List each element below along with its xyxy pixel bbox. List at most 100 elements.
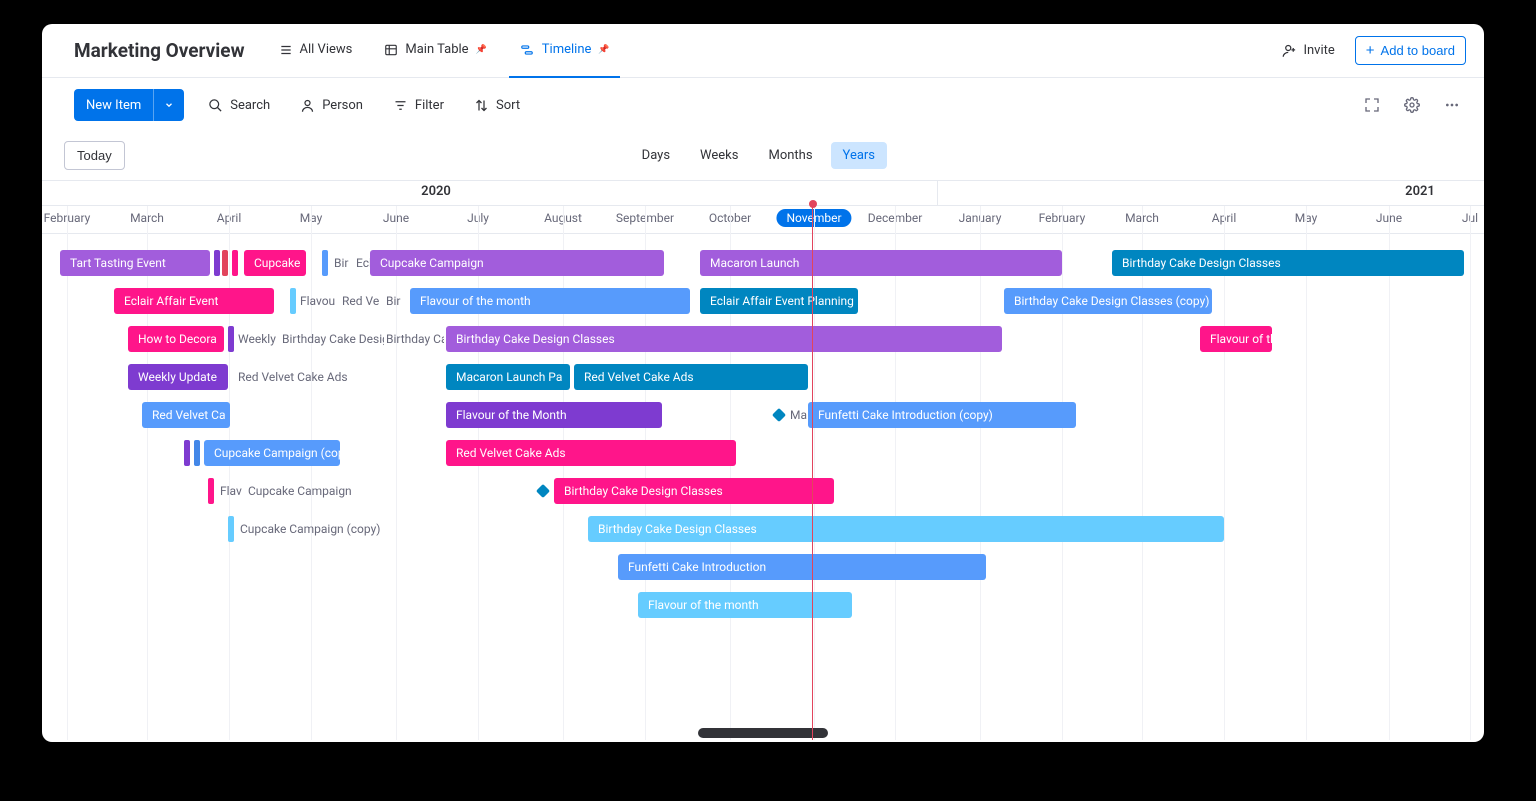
view-timeline-label: Timeline xyxy=(542,42,592,57)
timeline-chip[interactable] xyxy=(322,250,328,276)
pin-icon: 📌 xyxy=(598,45,609,55)
sort-label: Sort xyxy=(496,98,520,113)
timeline-text: Weekly xyxy=(238,326,280,352)
expand-icon xyxy=(1364,97,1380,113)
search-icon xyxy=(208,98,223,113)
timeline-chip[interactable] xyxy=(194,440,200,466)
timeline-text: Birthday Cake Desig xyxy=(282,326,384,352)
timeline-bar[interactable]: Birthday Cake Design Classes (copy) xyxy=(1004,288,1212,314)
timeline-bar[interactable]: Eclair Affair Event xyxy=(114,288,274,314)
view-main-table[interactable]: Main Table 📌 xyxy=(374,24,496,78)
filter-tool[interactable]: Filter xyxy=(387,94,450,117)
timeline-text: Cupcake Campaign (copy) xyxy=(240,516,400,542)
toolbar: New Item Search Person Filter Sort xyxy=(42,78,1484,132)
add-to-board-label: Add to board xyxy=(1381,43,1455,58)
new-item-button[interactable]: New Item xyxy=(74,89,184,121)
table-icon xyxy=(384,43,398,57)
timeline-bar[interactable]: Red Velvet Cake Ads xyxy=(446,440,736,466)
timeline-bar[interactable]: Cupcake xyxy=(244,250,306,276)
timeline-bar[interactable]: Flavour of the xyxy=(1200,326,1272,352)
timeline-chip[interactable] xyxy=(214,250,220,276)
timeline-bar[interactable]: Funfetti Cake Introduction (copy) xyxy=(808,402,1076,428)
top-bar: Marketing Overview All Views Main Table … xyxy=(42,24,1484,78)
timeline-chip[interactable] xyxy=(184,440,190,466)
timeline-bar[interactable]: How to Decora xyxy=(128,326,224,352)
timeline-bar[interactable]: Eclair Affair Event Planning xyxy=(700,288,858,314)
range-weeks[interactable]: Weeks xyxy=(688,142,750,169)
more-button[interactable] xyxy=(1438,91,1466,119)
timeline-chip[interactable] xyxy=(222,250,228,276)
timeline-bar[interactable]: Macaron Launch Pa xyxy=(446,364,570,390)
timeline-chip[interactable] xyxy=(228,516,234,542)
settings-button[interactable] xyxy=(1398,91,1426,119)
range-days[interactable]: Days xyxy=(630,142,682,169)
timeline-text: Red Ve xyxy=(342,288,382,314)
year-label: 2021 xyxy=(1405,184,1435,199)
timeline-chip[interactable] xyxy=(228,326,234,352)
timeline-bar[interactable]: Cupcake Campaign (cop xyxy=(204,440,340,466)
timeline-rows: Tart Tasting EventCupcakeBirEclaCupcake … xyxy=(42,250,1484,740)
timeline-bar[interactable]: Red Velvet Ca xyxy=(142,402,230,428)
milestone-icon[interactable] xyxy=(536,484,550,498)
timeline-bar[interactable]: Cupcake Campaign xyxy=(370,250,664,276)
timeline-icon xyxy=(519,43,535,57)
search-tool[interactable]: Search xyxy=(202,94,276,117)
timeline-bar[interactable]: Tart Tasting Event xyxy=(60,250,210,276)
timeline-bar[interactable]: Flavour of the month xyxy=(638,592,852,618)
timeline-chip[interactable] xyxy=(208,478,214,504)
year-divider xyxy=(937,181,938,205)
search-label: Search xyxy=(230,98,270,113)
timeline-bar[interactable]: Weekly Update xyxy=(128,364,228,390)
timeline-chip[interactable] xyxy=(232,250,238,276)
gear-icon xyxy=(1404,97,1420,113)
more-icon xyxy=(1444,97,1460,113)
person-icon xyxy=(300,98,315,113)
new-item-label: New Item xyxy=(74,98,153,113)
range-months[interactable]: Months xyxy=(756,142,824,169)
timeline-text: Red Velvet Cake Ads xyxy=(238,364,358,390)
timeline-bar[interactable]: Flavour of the month xyxy=(410,288,690,314)
new-item-dropdown[interactable] xyxy=(153,89,184,121)
timeline-bar[interactable]: Red Velvet Cake Ads xyxy=(574,364,808,390)
person-tool[interactable]: Person xyxy=(294,94,369,117)
timeline-bar[interactable]: Funfetti Cake Introduction xyxy=(618,554,986,580)
person-add-icon xyxy=(1282,43,1297,58)
today-button[interactable]: Today xyxy=(64,141,125,170)
view-all[interactable]: All Views xyxy=(269,24,363,78)
timeline-text: Ma xyxy=(790,402,810,428)
sort-icon xyxy=(474,98,489,113)
timeline-text: Flav xyxy=(220,478,244,504)
invite-button[interactable]: Invite xyxy=(1274,39,1342,62)
view-timeline[interactable]: Timeline 📌 xyxy=(509,24,620,78)
sort-tool[interactable]: Sort xyxy=(468,94,526,117)
chevron-down-icon xyxy=(164,100,174,110)
month-header: FebruaryMarchAprilMayJuneJulyAugustSepte… xyxy=(42,206,1484,234)
person-label: Person xyxy=(322,98,363,113)
timeline-text: Flavou xyxy=(300,288,342,314)
plus-icon: + xyxy=(1366,43,1375,58)
horizontal-scrollbar[interactable] xyxy=(698,728,828,738)
invite-label: Invite xyxy=(1303,43,1334,58)
add-to-board-button[interactable]: + Add to board xyxy=(1355,36,1466,65)
timeline-bar[interactable]: Birthday Cake Design Classes xyxy=(446,326,1002,352)
timeline-chip[interactable] xyxy=(290,288,296,314)
timeline-text: Bir xyxy=(334,250,354,276)
now-indicator xyxy=(812,202,813,740)
filter-label: Filter xyxy=(415,98,444,113)
fullscreen-button[interactable] xyxy=(1358,91,1386,119)
timeline-bar[interactable]: Flavour of the Month xyxy=(446,402,662,428)
timeline-bar[interactable]: Birthday Cake Design Classes xyxy=(588,516,1224,542)
milestone-icon[interactable] xyxy=(772,408,786,422)
timeline-area[interactable]: 2020 2021 FebruaryMarchAprilMayJuneJulyA… xyxy=(42,180,1484,740)
year-label: 2020 xyxy=(421,184,451,199)
timeline-bar[interactable]: Birthday Cake Design Classes xyxy=(1112,250,1464,276)
range-bar: Today Days Weeks Months Years xyxy=(42,132,1484,180)
timeline-bar[interactable]: Macaron Launch xyxy=(700,250,1062,276)
view-main-table-label: Main Table xyxy=(405,42,468,57)
range-years[interactable]: Years xyxy=(831,142,887,169)
board-card: Marketing Overview All Views Main Table … xyxy=(42,24,1484,742)
timeline-bar[interactable]: Birthday Cake Design Classes xyxy=(554,478,834,504)
list-icon xyxy=(279,43,293,57)
view-all-label: All Views xyxy=(300,42,353,57)
filter-icon xyxy=(393,98,408,113)
